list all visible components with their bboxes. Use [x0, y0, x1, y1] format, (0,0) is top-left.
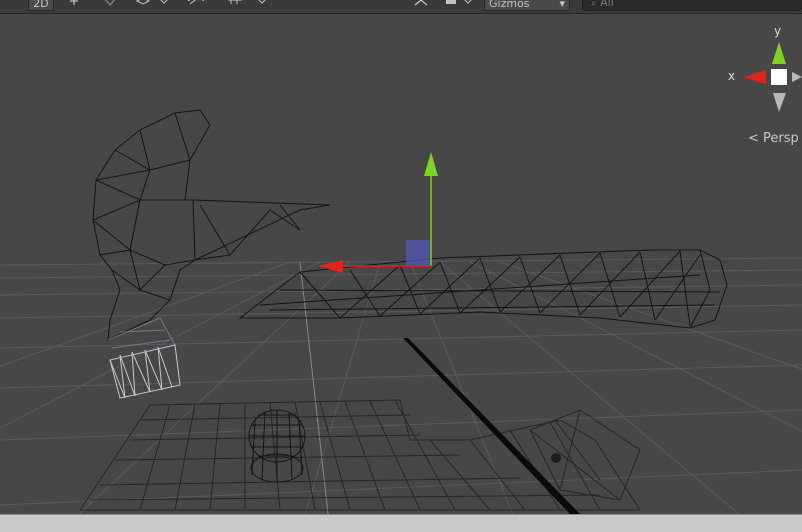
chevron-down-icon: ▾	[559, 0, 565, 10]
bottom-status-bar	[0, 514, 802, 532]
orientation-y-label: y	[774, 24, 782, 38]
grid-dropdown-icon[interactable]	[228, 0, 276, 11]
search-placeholder: All	[600, 0, 614, 9]
hierarchy-search-input[interactable]: ⌕ All	[582, 0, 802, 11]
orientation-neg-y-cone[interactable]	[773, 93, 786, 112]
scene-toolbar: 2D Gizmos ▾ ⌕ All	[0, 0, 802, 14]
hidden-objects-icon[interactable]	[186, 0, 220, 11]
audio-toggle-icon[interactable]	[102, 0, 126, 11]
2d-toggle-button[interactable]: 2D	[28, 0, 54, 11]
orientation-y-cone[interactable]	[772, 42, 786, 64]
projection-label: Persp	[763, 131, 799, 146]
projection-toggle[interactable]: < Persp	[748, 131, 799, 146]
gizmos-label: Gizmos	[489, 0, 530, 10]
tools-icon[interactable]	[412, 0, 440, 11]
orientation-gizmo-svg[interactable]	[0, 0, 802, 532]
search-icon: ⌕	[591, 0, 597, 9]
orientation-x-cone[interactable]	[743, 70, 766, 84]
effects-dropdown-icon[interactable]	[134, 0, 178, 11]
scene-view[interactable]: y x < Persp 2D Gizmos ▾ ⌕ All	[0, 0, 802, 532]
orientation-center-cube[interactable]	[771, 69, 787, 85]
orientation-x-label: x	[728, 69, 736, 83]
lighting-toggle-icon[interactable]	[66, 0, 90, 11]
camera-dropdown-icon[interactable]	[444, 0, 478, 11]
orientation-neg-x-cone[interactable]	[792, 72, 802, 82]
gizmos-dropdown[interactable]: Gizmos ▾	[484, 0, 570, 11]
chevron-left-icon: <	[748, 131, 759, 146]
